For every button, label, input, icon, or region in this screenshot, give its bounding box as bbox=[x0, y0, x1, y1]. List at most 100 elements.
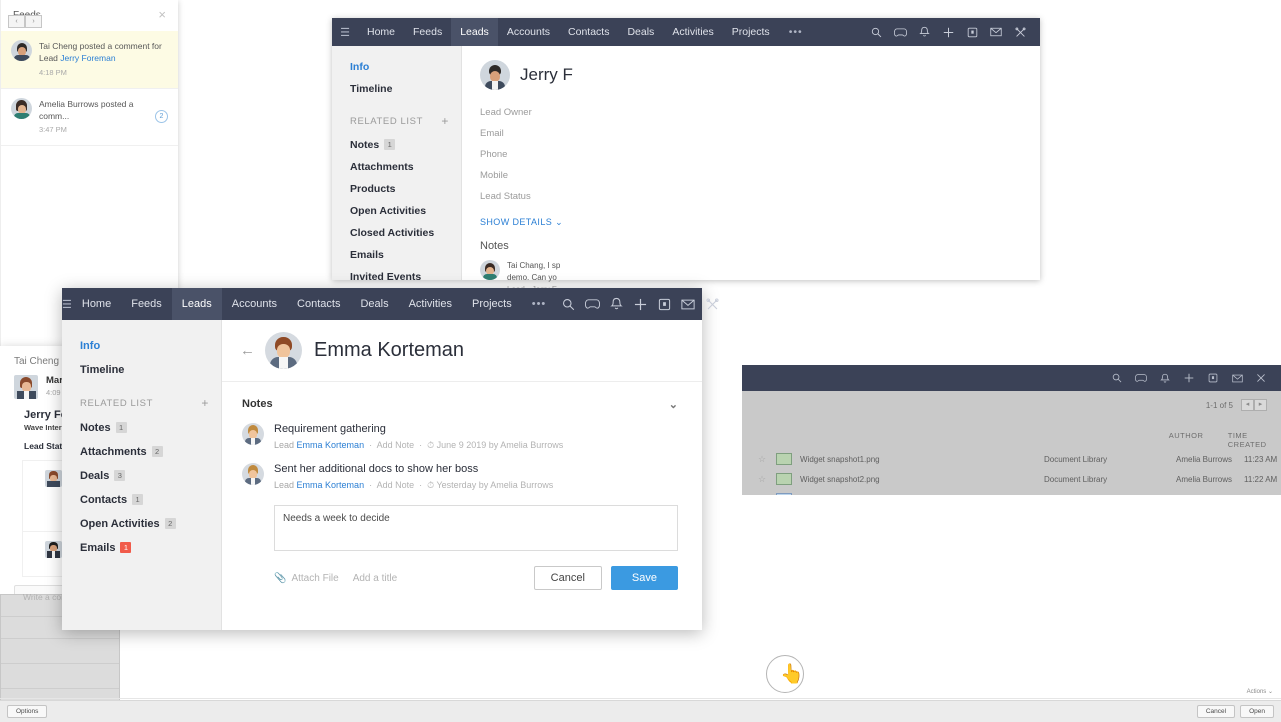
finder-nav-buttons[interactable]: ‹ › bbox=[8, 15, 42, 28]
back-button[interactable]: ‹ bbox=[8, 15, 25, 28]
tools-icon[interactable] bbox=[1249, 373, 1273, 383]
sidebar-item-attachments[interactable]: Attachments 2 bbox=[62, 440, 221, 464]
hamburger-icon[interactable]: ☰ bbox=[62, 298, 72, 311]
show-details-toggle[interactable]: SHOW DETAILS ⌄ bbox=[480, 207, 1040, 228]
add-related-list-icon[interactable]: + bbox=[201, 396, 209, 410]
nav-icon-group[interactable] bbox=[1105, 373, 1281, 384]
notifications-bell-icon[interactable] bbox=[604, 297, 628, 311]
add-icon[interactable] bbox=[936, 27, 960, 38]
notifications-bell-icon[interactable] bbox=[912, 26, 936, 38]
nav-icon-group[interactable] bbox=[864, 26, 1040, 38]
close-icon[interactable]: × bbox=[158, 8, 166, 21]
list-item[interactable]: Requirement gathering Lead Emma Korteman… bbox=[242, 411, 678, 451]
nav-item-deals[interactable]: Deals bbox=[350, 288, 398, 320]
list-item[interactable]: Tai Cheng posted a comment for Lead Jerr… bbox=[1, 31, 178, 89]
sidebar-item-emails[interactable]: Emails bbox=[332, 244, 461, 266]
tools-icon[interactable] bbox=[1008, 26, 1032, 38]
sidebar-item-invited-events[interactable]: Invited Events bbox=[332, 266, 461, 288]
nav-item-contacts[interactable]: Contacts bbox=[559, 18, 618, 46]
list-item[interactable]: Sent her additional docs to show her bos… bbox=[242, 451, 678, 491]
nav-item-activities[interactable]: Activities bbox=[663, 18, 722, 46]
documents-window[interactable]: 1-1 of 5 ◂ ▸ AUTHOR TIME CREATED ☆ Widge… bbox=[742, 365, 1281, 495]
add-title-field[interactable]: Add a title bbox=[339, 573, 397, 584]
attach-file-button[interactable]: Attach File bbox=[291, 573, 338, 584]
related-list-sidebar[interactable]: Info Timeline RELATED LIST + Notes 1 Atta… bbox=[62, 320, 222, 630]
sidebar-item-timeline[interactable]: Timeline bbox=[62, 358, 221, 382]
cancel-button[interactable]: Cancel bbox=[533, 566, 602, 590]
add-note-link[interactable]: Add Note bbox=[377, 480, 415, 490]
feed-item-link[interactable]: Jerry Foreman bbox=[60, 53, 115, 63]
composer-toolbar[interactable]: 📎 Attach File Add a title Cancel Save bbox=[274, 556, 678, 590]
documents-top-bar[interactable] bbox=[742, 365, 1281, 391]
pagination-control[interactable]: 1-1 of 5 ◂ ▸ bbox=[1206, 399, 1267, 411]
sidebar-item-emails[interactable]: Emails 1 bbox=[62, 536, 221, 560]
sidebar-item-deals[interactable]: Deals 3 bbox=[62, 464, 221, 488]
document-name[interactable]: Widget snapshot2.png bbox=[800, 475, 1044, 484]
note-textarea[interactable] bbox=[274, 505, 678, 551]
nav-more-button[interactable]: ••• bbox=[522, 298, 557, 310]
lead-detail-window-background[interactable]: ☰ Home Feeds Leads Accounts Contacts Dea… bbox=[332, 18, 1040, 349]
nav-item-contacts[interactable]: Contacts bbox=[287, 288, 350, 320]
document-name[interactable]: Widget snapshot1.png bbox=[800, 455, 1044, 464]
hamburger-icon[interactable]: ☰ bbox=[332, 26, 358, 39]
sidebar-item-open-activities[interactable]: Open Activities 2 bbox=[62, 512, 221, 536]
sidebar-item-contacts[interactable]: Contacts 1 bbox=[62, 488, 221, 512]
table-row[interactable]: ☆ Sales pitch.pptx Document Library Amel… bbox=[742, 493, 1281, 495]
nav-item-accounts[interactable]: Accounts bbox=[222, 288, 287, 320]
list-item[interactable]: Amelia Burrows posted a comm... 3:47 PM … bbox=[1, 89, 178, 146]
favorite-star-icon[interactable]: ☆ bbox=[758, 454, 776, 465]
sidebar-item-notes[interactable]: Notes 1 bbox=[332, 134, 461, 156]
chat-actions-menu[interactable]: Actions ⌄ bbox=[0, 688, 1281, 698]
nav-item-home[interactable]: Home bbox=[358, 18, 404, 46]
calendar-icon[interactable] bbox=[960, 27, 984, 38]
mail-icon[interactable] bbox=[984, 27, 1008, 37]
cancel-button[interactable]: Cancel bbox=[1196, 705, 1236, 718]
document-name[interactable]: Sales pitch.pptx bbox=[800, 495, 1044, 496]
table-row[interactable]: ☆ Widget snapshot1.png Document Library … bbox=[742, 453, 1281, 465]
sidebar-item-notes[interactable]: Notes 1 bbox=[62, 416, 221, 440]
search-icon[interactable] bbox=[864, 27, 888, 38]
nav-item-leads[interactable]: Leads bbox=[451, 18, 498, 46]
top-navigation-bar[interactable]: ☰ Home Feeds Leads Accounts Contacts Dea… bbox=[332, 18, 1040, 46]
nav-item-projects[interactable]: Projects bbox=[462, 288, 522, 320]
nav-item-feeds[interactable]: Feeds bbox=[404, 18, 451, 46]
top-navigation-bar[interactable]: ☰ Home Feeds Leads Accounts Contacts Dea… bbox=[62, 288, 719, 320]
options-button[interactable]: Options bbox=[7, 705, 48, 718]
note-lead-name[interactable]: Emma Korteman bbox=[297, 480, 365, 490]
gamification-icon[interactable] bbox=[888, 27, 912, 38]
add-icon[interactable] bbox=[1177, 373, 1201, 383]
sidebar-item-closed-activities[interactable]: Closed Activities bbox=[332, 222, 461, 244]
calendar-icon[interactable] bbox=[652, 298, 676, 311]
forward-button[interactable]: › bbox=[25, 15, 42, 28]
open-button[interactable]: Open bbox=[1240, 705, 1274, 718]
search-icon[interactable] bbox=[1105, 373, 1129, 383]
chevron-down-icon[interactable]: ⌄ bbox=[669, 398, 678, 411]
nav-item-accounts[interactable]: Accounts bbox=[498, 18, 559, 46]
note-composer[interactable]: 📎 Attach File Add a title Cancel Save bbox=[274, 505, 678, 590]
table-row[interactable]: ☆ Widget snapshot2.png Document Library … bbox=[742, 473, 1281, 485]
nav-item-projects[interactable]: Projects bbox=[723, 18, 779, 46]
add-related-list-icon[interactable]: + bbox=[441, 114, 449, 128]
list-item[interactable] bbox=[1, 639, 119, 664]
nav-item-home[interactable]: Home bbox=[72, 288, 121, 320]
gamification-icon[interactable] bbox=[580, 298, 604, 310]
pagination-buttons[interactable]: ◂ ▸ bbox=[1241, 399, 1267, 411]
gamification-icon[interactable] bbox=[1129, 373, 1153, 383]
mail-icon[interactable] bbox=[1225, 374, 1249, 383]
save-button[interactable]: Save bbox=[610, 566, 678, 590]
list-item[interactable] bbox=[1, 664, 119, 689]
nav-item-leads[interactable]: Leads bbox=[171, 288, 222, 320]
nav-item-feeds[interactable]: Feeds bbox=[121, 288, 172, 320]
sidebar-item-info[interactable]: Info bbox=[62, 334, 221, 358]
favorite-star-icon[interactable]: ☆ bbox=[758, 474, 776, 485]
next-page-button[interactable]: ▸ bbox=[1254, 399, 1267, 411]
search-icon[interactable] bbox=[556, 298, 580, 311]
add-icon[interactable] bbox=[628, 298, 652, 311]
note-lead-name[interactable]: Emma Korteman bbox=[297, 440, 365, 450]
sidebar-item-open-activities[interactable]: Open Activities bbox=[332, 200, 461, 222]
attachment-icon[interactable]: 📎 bbox=[274, 573, 291, 584]
nav-item-deals[interactable]: Deals bbox=[618, 18, 663, 46]
sidebar-item-attachments[interactable]: Attachments bbox=[332, 156, 461, 178]
sidebar-item-products[interactable]: Products bbox=[332, 178, 461, 200]
finder-footer[interactable]: Options Cancel Open bbox=[0, 700, 1281, 722]
